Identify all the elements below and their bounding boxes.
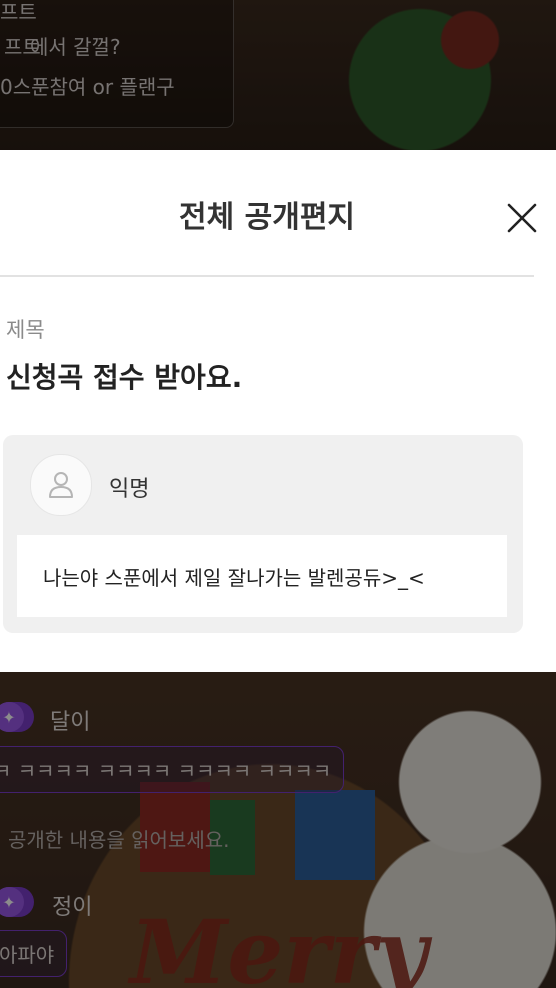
divider	[0, 275, 534, 277]
message-box: 나는야 스푼에서 제일 잘나가는 발렌공듀>_<	[17, 535, 507, 617]
close-button[interactable]	[500, 196, 544, 240]
message-text: 나는야 스푼에서 제일 잘나가는 발렌공듀>_<	[43, 566, 425, 590]
close-icon	[507, 203, 537, 233]
subject-label: 제목	[6, 318, 45, 342]
author-name: 익명	[109, 477, 150, 502]
avatar	[30, 454, 92, 516]
modal-title: 전체 공개편지	[178, 200, 356, 235]
user-icon	[49, 472, 73, 498]
open-letter-modal: 전체 공개편지 제목 신청곡 접수 받아요. 익명 나는야 스푼에서 제일 잘나…	[0, 150, 556, 672]
letter-card: 익명 나는야 스푼에서 제일 잘나가는 발렌공듀>_<	[3, 435, 523, 633]
subject-text: 신청곡 접수 받아요.	[6, 361, 243, 394]
